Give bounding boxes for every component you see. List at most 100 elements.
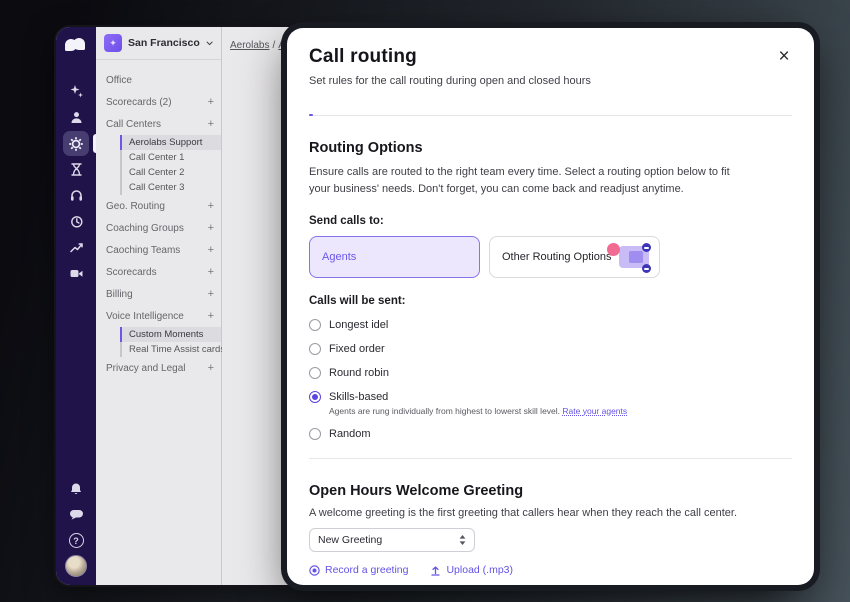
sidebar-item-label: Voice Intelligence	[106, 311, 208, 322]
org-switcher[interactable]: ✦ San Francisco	[96, 27, 221, 60]
radio-option-label: Skills-based	[329, 391, 388, 403]
settings-gear-icon[interactable]	[63, 131, 89, 156]
routing-card-label: Agents	[322, 251, 356, 263]
greeting-select-value: New Greeting	[318, 534, 459, 546]
skills-help-text: Agents are rung individually from highes…	[329, 406, 560, 416]
radio-button[interactable]	[309, 428, 321, 440]
chevron-down-icon	[206, 40, 213, 47]
sidebar-item[interactable]: Real Time Assist cards	[120, 342, 221, 357]
sidebar-item-label: Privacy and Legal	[106, 363, 208, 374]
history-icon[interactable]	[63, 209, 89, 234]
sidebar-item[interactable]: Privacy and Legal +	[96, 357, 221, 379]
greeting-select[interactable]: New Greeting	[309, 528, 475, 552]
expand-plus-icon[interactable]: +	[208, 118, 214, 130]
sidebar-item-label: Scorecards (2)	[106, 97, 208, 108]
sidebar-item-label: Call Center 1	[129, 152, 184, 163]
sidebar-item[interactable]: Call Center 3	[120, 180, 221, 195]
upload-mp3-link[interactable]: Upload (.mp3)	[430, 564, 513, 576]
expand-plus-icon[interactable]: +	[208, 222, 214, 234]
routing-tabs	[309, 103, 792, 116]
sidebar-item[interactable]: Billing +	[96, 283, 221, 305]
call-routing-modal: Call routing × Set rules for the call ro…	[287, 28, 814, 585]
radio-option[interactable]: Longest idel	[309, 319, 792, 331]
expand-plus-icon[interactable]: +	[208, 288, 214, 300]
sidebar-item[interactable]: Scorecards +	[96, 261, 221, 283]
radio-option[interactable]: Skills-based Agents are rung individuall…	[309, 391, 792, 416]
radio-button[interactable]	[309, 343, 321, 355]
sidebar-item-label: Call Center 3	[129, 182, 184, 193]
routing-flow-illustration-icon	[607, 243, 651, 273]
sidebar-item[interactable]: Scorecards (2) +	[96, 91, 221, 113]
contacts-icon[interactable]	[63, 105, 89, 130]
routing-tab[interactable]	[309, 103, 313, 115]
record-greeting-link[interactable]: Record a greeting	[309, 564, 408, 576]
modal-subtitle: Set rules for the call routing during op…	[309, 75, 792, 87]
sidebar-item-label: Custom Moments	[129, 329, 203, 340]
upload-mp3-label: Upload (.mp3)	[446, 564, 513, 576]
queue-hourglass-icon[interactable]	[63, 157, 89, 182]
routing-options-description: Ensure calls are routed to the right tea…	[309, 164, 739, 198]
breadcrumb-link-aerolabs[interactable]: Aerolabs	[230, 40, 269, 51]
expand-plus-icon[interactable]: +	[208, 244, 214, 256]
radio-button[interactable]	[309, 319, 321, 331]
routing-card-label: Other Routing Options	[502, 251, 611, 263]
routing-option-card[interactable]: Other Routing Options	[489, 236, 660, 278]
sidebar-item[interactable]: Office	[96, 69, 221, 91]
calls-sent-label: Calls will be sent:	[309, 295, 792, 307]
user-avatar[interactable]	[65, 555, 87, 577]
notifications-bell-icon[interactable]	[63, 476, 89, 501]
radio-option-label: Random	[329, 428, 371, 440]
chat-icon[interactable]	[63, 502, 89, 527]
sidebar-item[interactable]: Call Centers +	[96, 113, 221, 135]
routing-option-card[interactable]: Agents	[309, 236, 480, 278]
sidebar-item[interactable]: Aerolabs Support	[120, 135, 221, 150]
record-icon	[309, 565, 320, 576]
expand-plus-icon[interactable]: +	[208, 266, 214, 278]
expand-plus-icon[interactable]: +	[208, 310, 214, 322]
sidebar: ✦ San Francisco Office Scorecards (2) + …	[96, 27, 222, 585]
radio-button[interactable]	[309, 391, 321, 403]
record-greeting-label: Record a greeting	[325, 564, 408, 576]
sidebar-nav: Office Scorecards (2) + Call Centers + A…	[96, 60, 221, 585]
help-icon[interactable]: ?	[69, 533, 84, 548]
org-icon: ✦	[104, 34, 122, 52]
rate-your-agents-link[interactable]: Rate your agents	[562, 406, 627, 416]
sidebar-item-label: Coaching Groups	[106, 223, 208, 234]
sidebar-item-label: Scorecards	[106, 267, 208, 278]
close-icon[interactable]: ×	[772, 44, 796, 68]
sidebar-item[interactable]: Coaching Groups +	[96, 217, 221, 239]
section-divider	[309, 458, 792, 459]
support-headset-icon[interactable]	[63, 183, 89, 208]
ai-sparkles-icon[interactable]	[63, 79, 89, 104]
dialpad-logo-icon[interactable]	[65, 37, 87, 53]
sidebar-item-label: Aerolabs Support	[129, 137, 202, 148]
sidebar-item-label: Real Time Assist cards	[129, 344, 225, 355]
radio-button[interactable]	[309, 367, 321, 379]
sidebar-item[interactable]: Call Center 1	[120, 150, 221, 165]
sidebar-item[interactable]: Call Center 2	[120, 165, 221, 180]
sidebar-item-label: Billing	[106, 289, 208, 300]
radio-option[interactable]: Fixed order	[309, 343, 792, 355]
analytics-icon[interactable]	[63, 235, 89, 260]
sidebar-item-label: Office	[106, 75, 214, 86]
expand-plus-icon[interactable]: +	[208, 200, 214, 212]
breadcrumb-separator: /	[272, 40, 275, 51]
radio-option[interactable]: Random	[309, 428, 792, 440]
send-calls-cards: Agents Other Routing Options	[309, 236, 792, 278]
sidebar-item-label: Call Centers	[106, 119, 208, 130]
sidebar-item[interactable]: Caoching Teams +	[96, 239, 221, 261]
call-distribution-options: Longest idel Fixed order Round robin Ski…	[309, 319, 792, 440]
radio-option-label: Fixed order	[329, 343, 385, 355]
routing-tab[interactable]	[337, 103, 341, 115]
modal-title: Call routing	[309, 46, 792, 68]
radio-option[interactable]: Round robin	[309, 367, 792, 379]
sidebar-item[interactable]: Voice Intelligence +	[96, 305, 221, 327]
upload-icon	[430, 565, 441, 576]
sidebar-item[interactable]: Custom Moments	[120, 327, 221, 342]
greeting-heading: Open Hours Welcome Greeting	[309, 483, 792, 499]
expand-plus-icon[interactable]: +	[208, 362, 214, 374]
sidebar-item[interactable]: Geo. Routing +	[96, 195, 221, 217]
expand-plus-icon[interactable]: +	[208, 96, 214, 108]
screen-recording-icon[interactable]	[63, 261, 89, 286]
sidebar-item-label: Caoching Teams	[106, 245, 208, 256]
